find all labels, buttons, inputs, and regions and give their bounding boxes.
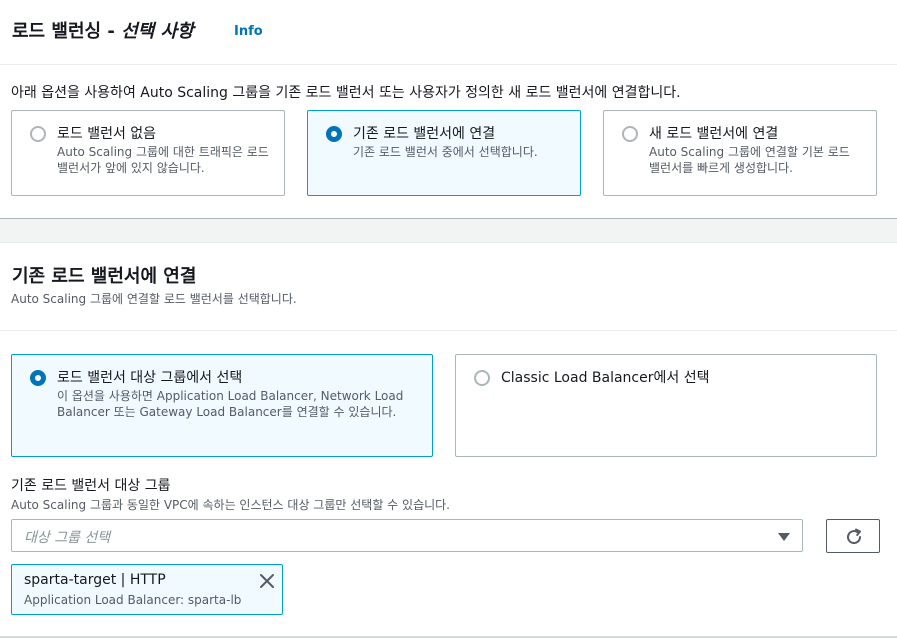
radio-no-load-balancer[interactable] (30, 126, 46, 142)
close-icon[interactable] (259, 573, 275, 589)
attach-existing-description: Auto Scaling 그룹에 연결할 로드 밸런서를 선택합니다. (11, 292, 297, 306)
option-label: Classic Load Balancer에서 선택 (501, 370, 710, 386)
load-balancing-panel: 로드 밸런싱 - 선택 사항 Info 아래 옵션을 사용하여 Auto Sca… (0, 0, 897, 219)
refresh-icon (847, 528, 862, 545)
load-balancing-title: 로드 밸런싱 - 선택 사항 (12, 21, 194, 42)
target-group-field-label: 기존 로드 밸런서 대상 그룹 (11, 478, 171, 494)
option-new-load-balancer[interactable]: 새 로드 밸런서에 연결 Auto Scaling 그룹에 연결할 기본 로드 … (603, 110, 877, 196)
radio-target-group-source[interactable] (30, 370, 46, 386)
info-link[interactable]: Info (234, 24, 263, 39)
option-existing-load-balancer[interactable]: 기존 로드 밸런서에 연결 기존 로드 밸런서 중에서 선택합니다. (307, 110, 581, 196)
option-no-load-balancer[interactable]: 로드 밸런서 없음 Auto Scaling 그룹에 대한 트래픽은 로드 밸런… (11, 110, 285, 196)
option-classic-load-balancer[interactable]: Classic Load Balancer에서 선택 (455, 354, 877, 457)
selected-target-group-token: sparta-target | HTTP Application Load Ba… (11, 564, 283, 615)
option-label: 새 로드 밸런서에 연결 (649, 126, 779, 142)
option-target-group-source[interactable]: 로드 밸런서 대상 그룹에서 선택 이 옵션을 사용하면 Application… (11, 354, 433, 457)
radio-new-load-balancer[interactable] (622, 126, 638, 142)
load-balancing-header: 로드 밸런싱 - 선택 사항 Info (0, 0, 897, 65)
target-group-select[interactable]: 대상 그룹 선택 (11, 519, 803, 552)
target-group-field-description: Auto Scaling 그룹과 동일한 VPC에 속하는 인스턴스 대상 그룹… (11, 498, 451, 512)
token-name: sparta-target | HTTP (24, 572, 166, 588)
radio-existing-load-balancer[interactable] (326, 126, 342, 142)
option-description: 이 옵션을 사용하면 Application Load Balancer, Ne… (57, 389, 404, 419)
load-balancing-description: 아래 옵션을 사용하여 Auto Scaling 그룹을 기존 로드 밸런서 또… (11, 85, 681, 101)
option-label: 기존 로드 밸런서에 연결 (353, 126, 496, 142)
refresh-button[interactable] (826, 519, 880, 553)
option-label: 로드 밸런서 없음 (57, 126, 157, 142)
radio-classic-load-balancer[interactable] (474, 370, 490, 386)
target-group-placeholder: 대상 그룹 선택 (24, 530, 111, 546)
option-description: 기존 로드 밸런서 중에서 선택합니다. (353, 145, 538, 159)
attach-existing-title: 기존 로드 밸런서에 연결 (12, 266, 197, 287)
token-detail: Application Load Balancer: sparta-lb (24, 593, 242, 607)
divider (0, 636, 897, 638)
option-description: Auto Scaling 그룹에 연결할 기본 로드 밸런서를 빠르게 생성합니… (649, 145, 850, 175)
option-description: Auto Scaling 그룹에 대한 트래픽은 로드 밸런서가 앞에 있지 않… (57, 145, 269, 175)
caret-down-icon (778, 533, 790, 541)
option-label: 로드 밸런서 대상 그룹에서 선택 (57, 370, 243, 386)
